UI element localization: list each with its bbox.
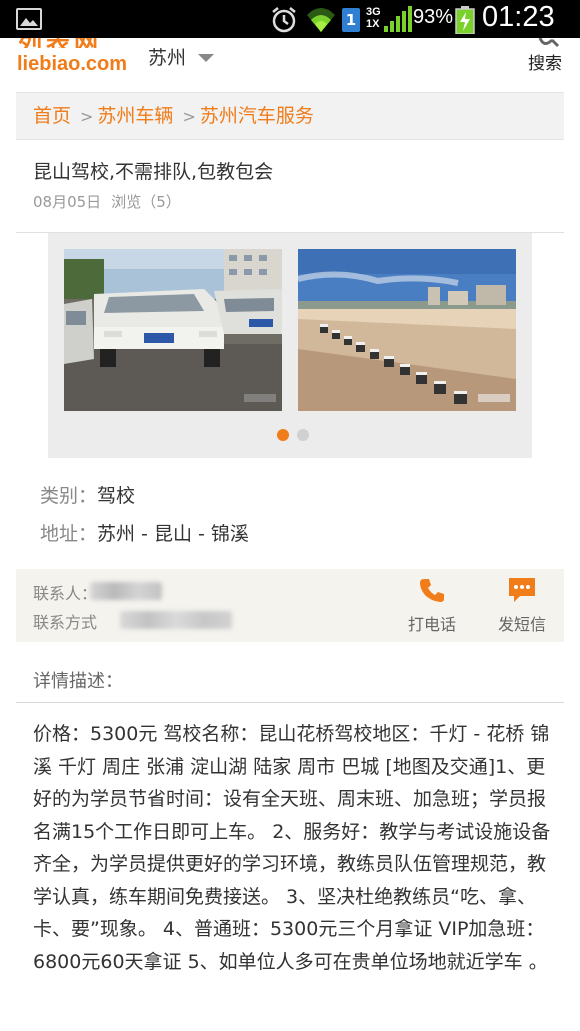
attribute-address: 地址：苏州 - 昆山 - 锦溪 xyxy=(40,519,249,546)
divider xyxy=(16,702,564,703)
view-count: 浏览（5） xyxy=(111,193,181,211)
message-icon xyxy=(509,578,535,602)
breadcrumb-car-services[interactable]: 苏州汽车服务 xyxy=(200,105,314,127)
signal-icon xyxy=(384,6,412,36)
alarm-icon xyxy=(270,6,298,38)
listing-title: 昆山驾校,不需排队,包教包会 xyxy=(33,161,274,183)
search-label: 搜索 xyxy=(528,54,562,74)
battery-percent: 93% xyxy=(413,6,454,28)
battery-charging-icon xyxy=(455,6,475,38)
contact-person-label: 联系人： xyxy=(33,584,98,603)
details-description: 价格：5300元 驾校名称：昆山花桥驾校地区：千灯 - 花桥 锦溪 千灯 周庄 … xyxy=(33,723,551,973)
site-header: 列表网 liebiao.com 苏州 搜索 xyxy=(0,38,580,82)
details-heading: 详情描述： xyxy=(33,671,123,692)
sms-button[interactable]: 发短信 xyxy=(492,577,552,635)
site-logo[interactable]: liebiao.com xyxy=(17,53,127,76)
attribute-category: 类别：驾校 xyxy=(40,481,135,508)
call-label: 打电话 xyxy=(407,615,456,634)
contact-box: 联系人： 联系方式 打电话 发短信 xyxy=(16,569,564,642)
contact-phone-redacted xyxy=(120,611,232,629)
sim-icon: 1 xyxy=(342,8,360,32)
post-date: 08月05日 xyxy=(33,193,102,211)
attribute-label: 类别： xyxy=(40,485,98,507)
call-button[interactable]: 打电话 xyxy=(402,577,462,635)
breadcrumb-home[interactable]: 首页 xyxy=(33,105,71,127)
listing-meta: 08月05日 浏览（5） xyxy=(33,191,181,212)
breadcrumb-separator: > xyxy=(80,107,94,126)
network-type: 3G 1X xyxy=(366,6,381,30)
photo-training-ground[interactable] xyxy=(298,249,516,411)
wifi-icon xyxy=(306,5,336,37)
search-button[interactable]: 搜索 xyxy=(524,38,570,78)
sms-label: 发短信 xyxy=(497,615,546,634)
clock: 01:23 xyxy=(482,1,555,33)
gallery-pagination xyxy=(277,426,317,445)
attribute-value: 苏州 - 昆山 - 锦溪 xyxy=(97,523,249,545)
contact-person-redacted xyxy=(90,582,162,600)
attribute-label: 地址： xyxy=(40,523,98,545)
gallery-dot-1[interactable] xyxy=(277,429,289,441)
phone-icon xyxy=(420,579,444,602)
photo-cars[interactable] xyxy=(64,249,282,411)
attribute-value: 驾校 xyxy=(97,485,136,507)
gallery-dot-2[interactable] xyxy=(297,429,309,441)
breadcrumb-separator: > xyxy=(182,107,196,126)
logo-mark[interactable]: 列表网 xyxy=(18,38,130,48)
gallery-notification-icon xyxy=(16,8,42,30)
status-bar: 1 3G 1X 93% 01:23 xyxy=(0,0,580,38)
chevron-down-icon[interactable] xyxy=(198,54,214,62)
city-selector[interactable]: 苏州 xyxy=(148,43,186,70)
contact-method-label: 联系方式 xyxy=(33,613,98,632)
photo-gallery[interactable] xyxy=(48,233,532,458)
breadcrumb-vehicles[interactable]: 苏州车辆 xyxy=(97,105,173,127)
breadcrumb: 首页 > 苏州车辆 > 苏州汽车服务 xyxy=(16,92,564,140)
